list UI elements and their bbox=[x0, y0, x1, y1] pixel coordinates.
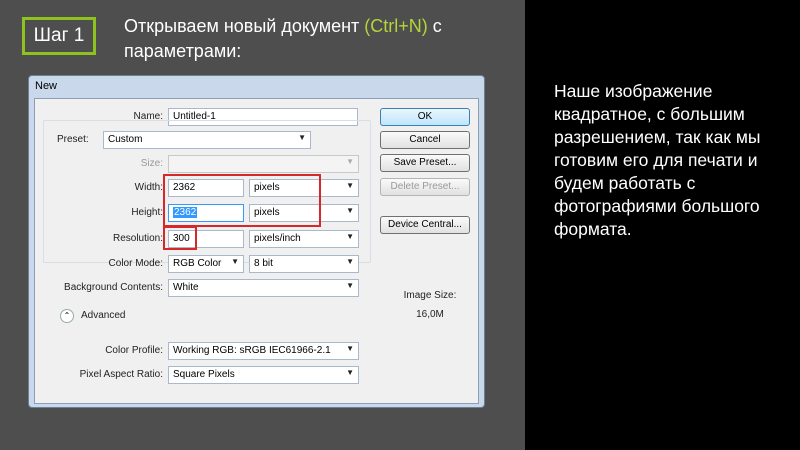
preset-select[interactable]: Custom ▼ bbox=[103, 131, 311, 149]
chevron-down-icon: ▼ bbox=[346, 257, 354, 266]
color-depth-value: 8 bit bbox=[254, 258, 273, 269]
chevron-down-icon: ▼ bbox=[346, 181, 354, 190]
size-label: Size: bbox=[140, 158, 163, 169]
size-select[interactable]: ▼ bbox=[168, 155, 359, 173]
step-heading: Открываем новый документ (Ctrl+N) с пара… bbox=[124, 14, 514, 64]
image-size-value: 16,0M bbox=[416, 309, 444, 320]
dialog-client-area: Name: Untitled-1 Preset: Custom ▼ Size: ▼… bbox=[34, 98, 479, 404]
cancel-button[interactable]: Cancel bbox=[380, 131, 470, 149]
pixel-aspect-select[interactable]: Square Pixels ▼ bbox=[168, 366, 359, 384]
color-mode-select[interactable]: RGB Color ▼ bbox=[168, 255, 244, 273]
image-size-label: Image Size: bbox=[403, 290, 457, 301]
resolution-annotation bbox=[163, 226, 197, 250]
color-profile-label: Color Profile: bbox=[105, 345, 163, 356]
heading-prefix: Открываем новый документ bbox=[124, 16, 365, 36]
preset-label: Preset: bbox=[49, 134, 99, 145]
side-explanation: Наше изображение квадратное, с большим р… bbox=[554, 81, 761, 239]
background-value: White bbox=[173, 282, 199, 293]
chevron-down-icon: ▼ bbox=[346, 368, 354, 377]
color-mode-label: Color Mode: bbox=[108, 258, 163, 269]
chevron-down-icon: ▼ bbox=[346, 232, 354, 241]
advanced-toggle[interactable]: Advanced bbox=[81, 310, 125, 321]
slide-left-panel: Шаг 1 Открываем новый документ (Ctrl+N) … bbox=[0, 0, 525, 450]
color-profile-value: Working RGB: sRGB IEC61966-2.1 bbox=[173, 345, 331, 356]
chevron-down-icon: ▼ bbox=[346, 206, 354, 215]
save-preset-button[interactable]: Save Preset... bbox=[380, 154, 470, 172]
heading-shortcut: (Ctrl+N) bbox=[364, 16, 428, 36]
chevron-down-icon: ▼ bbox=[346, 344, 354, 353]
resolution-unit-value: pixels/inch bbox=[254, 233, 301, 244]
resolution-unit-select[interactable]: pixels/inch ▼ bbox=[249, 230, 359, 248]
height-label: Height: bbox=[131, 207, 163, 218]
chevron-down-icon: ▼ bbox=[231, 257, 239, 266]
device-central-button[interactable]: Device Central... bbox=[380, 216, 470, 234]
delete-preset-button[interactable]: Delete Preset... bbox=[380, 178, 470, 196]
width-height-annotation bbox=[163, 174, 321, 227]
width-label: Width: bbox=[134, 182, 163, 193]
background-label: Background Contents: bbox=[64, 282, 163, 293]
color-depth-select[interactable]: 8 bit ▼ bbox=[249, 255, 359, 273]
background-select[interactable]: White ▼ bbox=[168, 279, 359, 297]
chevron-down-icon: ▼ bbox=[298, 133, 306, 142]
pixel-aspect-label: Pixel Aspect Ratio: bbox=[79, 369, 163, 380]
dialog-title: New bbox=[35, 80, 58, 92]
chevron-down-icon: ▼ bbox=[346, 281, 354, 290]
chevron-up-icon[interactable]: ⌃ bbox=[60, 309, 74, 323]
resolution-label: Resolution: bbox=[112, 233, 163, 244]
step-badge: Шаг 1 bbox=[22, 17, 96, 55]
ok-button[interactable]: OK bbox=[380, 108, 470, 126]
color-mode-value: RGB Color bbox=[173, 258, 222, 269]
new-document-dialog: New Name: Untitled-1 Preset: Custom ▼ Siz… bbox=[28, 75, 485, 408]
chevron-down-icon: ▼ bbox=[346, 157, 354, 166]
pixel-aspect-value: Square Pixels bbox=[173, 369, 235, 380]
preset-value: Custom bbox=[108, 134, 143, 145]
color-profile-select[interactable]: Working RGB: sRGB IEC61966-2.1 ▼ bbox=[168, 342, 359, 360]
